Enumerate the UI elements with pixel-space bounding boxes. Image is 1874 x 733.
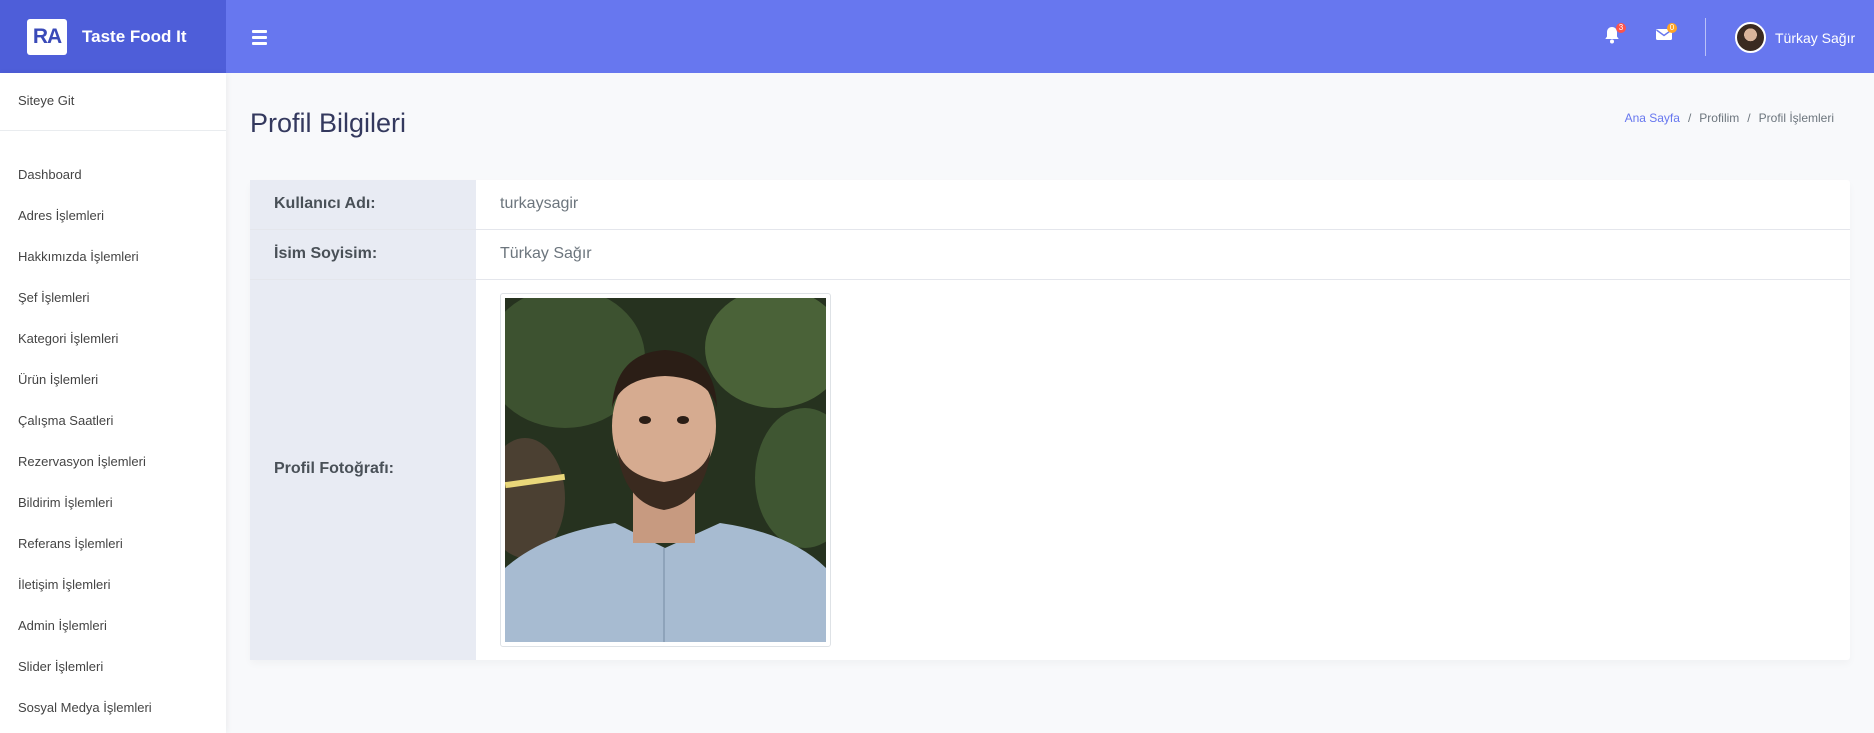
sidebar-item-address[interactable]: Adres İşlemleri [18, 208, 104, 223]
profile-photo-image [505, 298, 826, 642]
sidebar: Siteye Git Dashboard Adres İşlemleri Hak… [0, 73, 226, 733]
sidebar-item-product[interactable]: Ürün İşlemleri [18, 372, 98, 387]
sidebar-item-slider[interactable]: Slider İşlemleri [18, 659, 103, 674]
sidebar-item-social-media[interactable]: Sosyal Medya İşlemleri [18, 700, 152, 715]
brand-title: Taste Food It [82, 26, 187, 46]
profile-photo [500, 293, 831, 647]
breadcrumb: Ana Sayfa / Profilim / Profil İşlemleri [1625, 111, 1834, 125]
sidebar-item-admin[interactable]: Admin İşlemleri [18, 618, 107, 633]
sidebar-item-hours[interactable]: Çalışma Saatleri [18, 413, 113, 428]
sidebar-divider [0, 130, 226, 131]
brand-logo: RA [27, 18, 67, 55]
sidebar-item-reference[interactable]: Referans İşlemleri [18, 536, 123, 551]
sidebar-item-chef[interactable]: Şef İşlemleri [18, 290, 90, 305]
messages-button[interactable]: 0 [1655, 23, 1677, 47]
sidebar-item-category[interactable]: Kategori İşlemleri [18, 331, 118, 346]
breadcrumb-current: Profil İşlemleri [1758, 111, 1834, 125]
row-divider [250, 229, 1850, 230]
page-title: Profil Bilgileri [250, 108, 407, 138]
user-menu[interactable]: Türkay Sağır [1735, 22, 1855, 53]
breadcrumb-separator: / [1687, 111, 1692, 125]
fullname-label: İsim Soyisim: [274, 245, 378, 262]
photo-label: Profil Fotoğrafı: [274, 460, 394, 477]
brand[interactable]: RA Taste Food It [0, 0, 226, 73]
sidebar-item-site-link[interactable]: Siteye Git [18, 93, 74, 108]
sidebar-item-reservation[interactable]: Rezervasyon İşlemleri [18, 454, 146, 469]
avatar [1735, 22, 1766, 53]
username-value: turkaysagir [500, 195, 579, 212]
username-label: Kullanıcı Adı: [274, 195, 376, 212]
sidebar-item-contact[interactable]: İletişim İşlemleri [18, 577, 110, 592]
breadcrumb-home[interactable]: Ana Sayfa [1625, 111, 1680, 125]
sidebar-item-notification[interactable]: Bildirim İşlemleri [18, 495, 113, 510]
notifications-badge: 3 [1616, 23, 1626, 33]
menu-toggle-icon[interactable] [252, 24, 272, 50]
fullname-value: Türkay Sağır [500, 245, 592, 262]
profile-card: Kullanıcı Adı: turkaysagir İsim Soyisim:… [250, 180, 1850, 660]
notifications-button[interactable]: 3 [1604, 23, 1626, 49]
row-divider [250, 279, 1850, 280]
sidebar-item-about[interactable]: Hakkımızda İşlemleri [18, 249, 139, 264]
user-name: Türkay Sağır [1775, 29, 1856, 46]
navbar-divider [1705, 18, 1706, 56]
messages-badge: 0 [1667, 23, 1677, 33]
breadcrumb-separator: / [1747, 111, 1751, 125]
top-navbar: RA Taste Food It 3 0 Türkay Sağır [0, 0, 1874, 73]
breadcrumb-profile: Profilim [1699, 111, 1740, 125]
sidebar-item-dashboard[interactable]: Dashboard [18, 167, 82, 182]
